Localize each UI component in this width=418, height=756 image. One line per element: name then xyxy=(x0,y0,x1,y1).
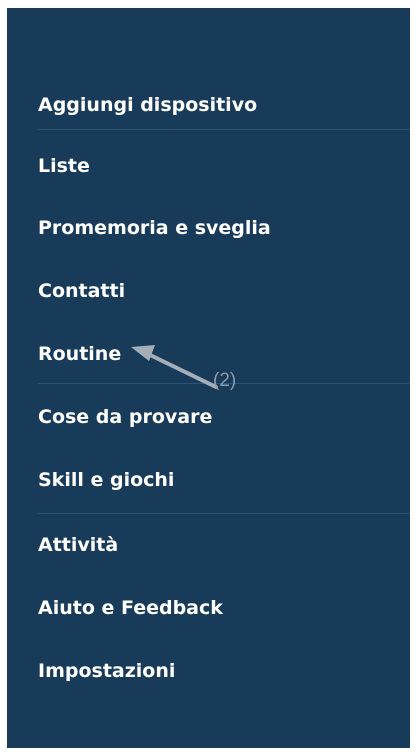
menu-item-skill-e-giochi[interactable]: Skill e giochi xyxy=(38,460,398,500)
menu-item-attivita[interactable]: Attività xyxy=(38,525,398,565)
menu-item-routine[interactable]: Routine xyxy=(38,334,398,374)
menu-item-aggiungi-dispositivo[interactable]: Aggiungi dispositivo xyxy=(38,85,398,125)
menu-item-liste[interactable]: Liste xyxy=(38,146,398,186)
divider xyxy=(38,513,410,514)
navigation-drawer: Aggiungi dispositivo Liste Promemoria e … xyxy=(7,8,410,748)
menu-item-contatti[interactable]: Contatti xyxy=(38,271,398,311)
menu-item-impostazioni[interactable]: Impostazioni xyxy=(38,651,398,691)
annotation-label: (2) xyxy=(213,370,237,391)
menu-item-cose-da-provare[interactable]: Cose da provare xyxy=(38,397,398,437)
menu-item-promemoria-e-sveglia[interactable]: Promemoria e sveglia xyxy=(38,208,398,248)
divider xyxy=(38,129,410,130)
menu-item-aiuto-e-feedback[interactable]: Aiuto e Feedback xyxy=(38,588,398,628)
